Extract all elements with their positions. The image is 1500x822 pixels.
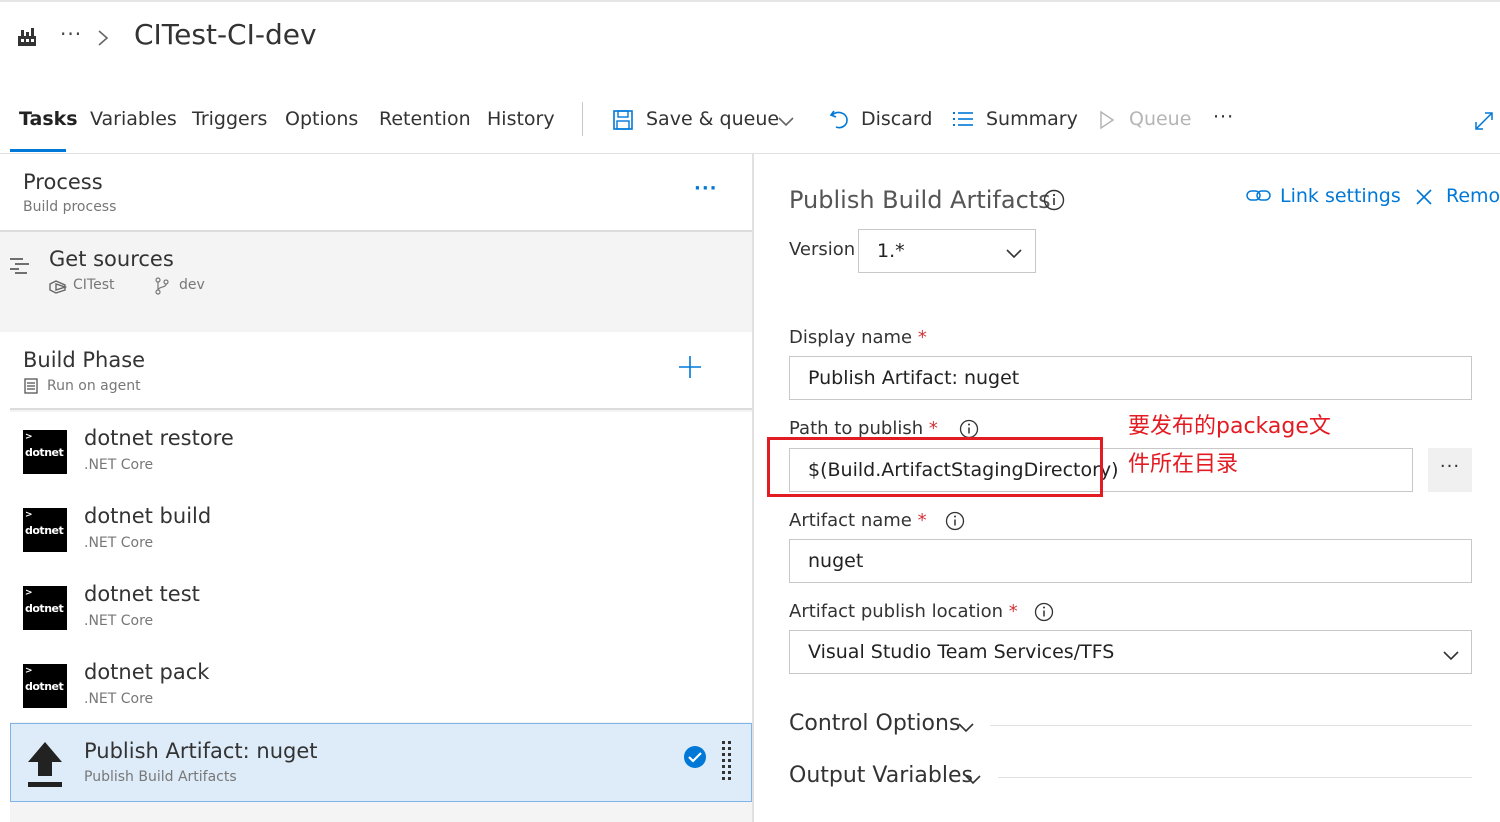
- browse-path-button[interactable]: ···: [1428, 448, 1472, 492]
- process-title[interactable]: Process: [23, 170, 103, 194]
- close-icon[interactable]: [1415, 188, 1433, 210]
- top-border: [0, 0, 1500, 2]
- active-tab-indicator: [10, 149, 66, 152]
- task-category: .NET Core: [84, 691, 154, 707]
- version-value: 1.*: [877, 240, 905, 262]
- toolbar-more-button[interactable]: ···: [1213, 106, 1234, 128]
- dotnet-logo-icon: > dotnet: [23, 664, 67, 708]
- panel-divider[interactable]: [752, 154, 754, 822]
- get-sources-repo: CITest: [73, 277, 115, 293]
- tab-history[interactable]: History: [487, 108, 555, 130]
- tab-tasks[interactable]: Tasks: [19, 108, 78, 130]
- drag-handle-icon[interactable]: [721, 740, 733, 782]
- check-circle-icon[interactable]: [683, 745, 707, 769]
- page-title: CITest-CI-dev: [134, 18, 317, 51]
- discard-button[interactable]: Discard: [861, 108, 932, 130]
- output-variables-section[interactable]: Output Variables: [789, 763, 973, 788]
- chevron-right-icon: [96, 28, 110, 48]
- chevron-down-icon[interactable]: [957, 719, 975, 738]
- path-label: Path to publish *: [789, 418, 938, 439]
- version-label: Version: [789, 239, 856, 260]
- display-name-input[interactable]: Publish Artifact: nuget: [789, 356, 1472, 400]
- dotnet-logo-icon: > dotnet: [23, 430, 67, 474]
- chevron-down-icon[interactable]: [777, 113, 795, 132]
- publish-location-select[interactable]: Visual Studio Team Services/TFS: [789, 630, 1472, 674]
- tab-triggers[interactable]: Triggers: [192, 108, 267, 130]
- expand-icon[interactable]: [1473, 110, 1495, 136]
- add-task-plus-icon[interactable]: [676, 353, 704, 381]
- task-category: .NET Core: [84, 613, 154, 629]
- artifact-name-label: Artifact name *: [789, 510, 927, 531]
- dotnet-logo-icon: > dotnet: [23, 586, 67, 630]
- upload-arrow-icon: [26, 740, 64, 788]
- link-icon: [1246, 187, 1272, 209]
- display-name-label: Display name *: [789, 327, 927, 348]
- task-item[interactable]: > dotnet dotnet pack .NET Core: [10, 646, 752, 724]
- task-details-title: Publish Build Artifacts: [789, 186, 1051, 214]
- task-name: dotnet restore: [84, 426, 234, 450]
- task-name: dotnet build: [84, 504, 212, 528]
- save-icon: [612, 109, 634, 135]
- get-sources-title: Get sources: [49, 247, 174, 271]
- save-and-queue-button[interactable]: Save & queue: [646, 108, 779, 130]
- section-divider: [998, 777, 1472, 778]
- agent-icon: [24, 378, 38, 398]
- get-sources-branch: dev: [179, 277, 205, 293]
- summary-list-icon: [951, 110, 975, 134]
- task-category: .NET Core: [84, 457, 154, 473]
- toolbar-divider: [582, 102, 583, 136]
- task-category: .NET Core: [84, 535, 154, 551]
- artifact-name-input[interactable]: nuget: [789, 539, 1472, 583]
- get-sources-icon: [9, 257, 31, 279]
- info-icon[interactable]: [1043, 189, 1065, 211]
- remove-task-button[interactable]: Remov: [1446, 185, 1500, 207]
- annotation-highlight-box: [767, 437, 1103, 497]
- tab-variables[interactable]: Variables: [90, 108, 177, 130]
- tab-retention[interactable]: Retention: [379, 108, 471, 130]
- task-item[interactable]: > dotnet dotnet restore .NET Core: [10, 412, 752, 490]
- build-pipeline-icon[interactable]: [16, 26, 38, 48]
- control-options-section[interactable]: Control Options: [789, 711, 960, 736]
- task-name: dotnet test: [84, 582, 200, 606]
- phase-subtitle: Run on agent: [47, 378, 141, 394]
- annotation-text: 要发布的package文件所在目录: [1128, 414, 1331, 477]
- chevron-down-icon[interactable]: [964, 771, 982, 790]
- task-item[interactable]: > dotnet dotnet test .NET Core: [10, 568, 752, 646]
- link-settings-button[interactable]: Link settings: [1280, 185, 1401, 207]
- info-icon[interactable]: [1034, 602, 1054, 622]
- task-name: dotnet pack: [84, 660, 210, 684]
- chevron-down-icon: [1005, 245, 1023, 259]
- breadcrumb-ellipsis[interactable]: ···: [60, 22, 82, 46]
- publish-location-label: Artifact publish location *: [789, 601, 1018, 622]
- info-icon[interactable]: [959, 419, 979, 439]
- undo-icon: [828, 107, 850, 135]
- play-icon: [1099, 110, 1115, 134]
- selected-task-category: Publish Build Artifacts: [84, 769, 237, 785]
- selected-task-name: Publish Artifact: nuget: [84, 739, 318, 763]
- branch-icon: [155, 277, 169, 299]
- process-subtitle: Build process: [23, 199, 117, 215]
- info-icon[interactable]: [945, 511, 965, 531]
- vsts-repo-icon: [49, 279, 68, 298]
- task-item[interactable]: > dotnet dotnet build .NET Core: [10, 490, 752, 568]
- queue-button[interactable]: Queue: [1129, 108, 1191, 130]
- section-divider: [990, 725, 1472, 726]
- tab-options[interactable]: Options: [285, 108, 358, 130]
- chevron-down-icon: [1442, 647, 1460, 661]
- phase-title: Build Phase: [23, 348, 146, 372]
- process-more-button[interactable]: ···: [694, 178, 718, 199]
- dotnet-logo-icon: > dotnet: [23, 508, 67, 552]
- summary-button[interactable]: Summary: [986, 108, 1078, 130]
